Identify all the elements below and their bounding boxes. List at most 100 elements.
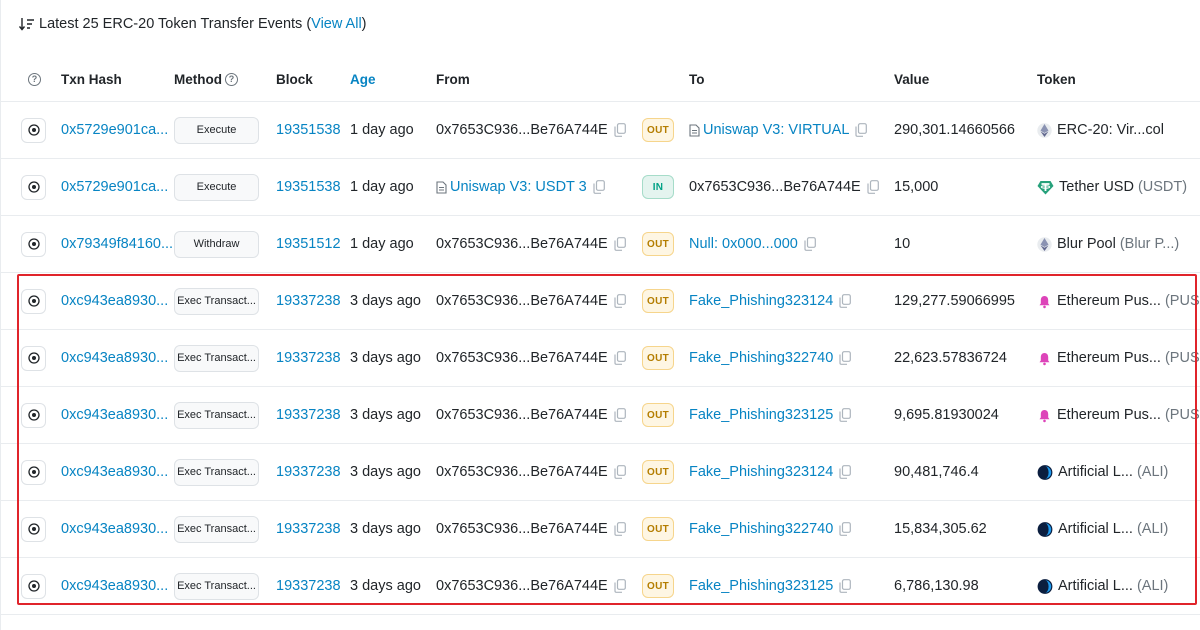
view-cell	[21, 330, 46, 386]
copy-icon[interactable]	[839, 294, 852, 308]
from-address[interactable]: 0x7653C936...Be76A744E	[436, 521, 608, 537]
from-address[interactable]: 0x7653C936...Be76A744E	[436, 293, 608, 309]
from-address[interactable]: 0x7653C936...Be76A744E	[436, 122, 608, 138]
token-name[interactable]: Ethereum Pus...	[1057, 350, 1161, 366]
token-name[interactable]: Ethereum Pus...	[1057, 407, 1161, 423]
from-cell: 0x7653C936...Be76A744E	[436, 387, 626, 443]
to-address[interactable]: Fake_Phishing322740	[689, 521, 833, 537]
txn-hash-link[interactable]: 0xc943ea8930...	[61, 387, 168, 443]
method-help-icon[interactable]: ?	[225, 72, 238, 86]
token-cell[interactable]: Blur Pool (Blur P...)	[1037, 216, 1179, 272]
txn-hash-link[interactable]: 0xc943ea8930...	[61, 444, 168, 500]
from-address[interactable]: 0x7653C936...Be76A744E	[436, 236, 608, 252]
token-name[interactable]: Artificial L...	[1058, 464, 1133, 480]
copy-icon[interactable]	[804, 237, 816, 251]
ali-icon	[1037, 521, 1053, 538]
view-details-icon[interactable]	[21, 459, 46, 485]
copy-icon[interactable]	[614, 123, 626, 137]
block-link[interactable]: 19337238	[276, 444, 341, 500]
sort-descending-icon	[19, 17, 35, 31]
method-cell: Withdraw	[174, 216, 259, 272]
to-address[interactable]: Null: 0x000...000	[689, 236, 798, 252]
token-name[interactable]: Blur Pool	[1057, 236, 1116, 252]
view-details-icon[interactable]	[21, 174, 46, 200]
view-all-link[interactable]: View All	[311, 16, 362, 32]
copy-icon[interactable]	[839, 465, 852, 479]
direction-badge: OUT	[642, 403, 674, 427]
copy-icon[interactable]	[839, 351, 852, 365]
view-details-icon[interactable]	[21, 573, 46, 599]
value-text: 15,000	[894, 179, 939, 195]
view-details-icon[interactable]	[21, 231, 46, 257]
token-cell[interactable]: Artificial L... (ALI)	[1037, 501, 1168, 557]
header-method: Method ?	[174, 56, 238, 102]
block-link[interactable]: 19337238	[276, 330, 341, 386]
from-address[interactable]: 0x7653C936...Be76A744E	[436, 578, 608, 594]
copy-icon[interactable]	[614, 465, 626, 479]
copy-icon[interactable]	[614, 237, 626, 251]
header-age-toggle[interactable]: Age	[350, 56, 376, 102]
block-link[interactable]: 19351538	[276, 159, 341, 215]
to-address[interactable]: 0x7653C936...Be76A744E	[689, 179, 861, 195]
block-link[interactable]: 19337238	[276, 387, 341, 443]
method-cell: Exec Transact...	[174, 387, 259, 443]
direction-cell: OUT	[642, 216, 674, 272]
copy-icon[interactable]	[839, 522, 852, 536]
view-details-icon[interactable]	[21, 402, 46, 428]
to-address[interactable]: Fake_Phishing322740	[689, 350, 833, 366]
from-address[interactable]: Uniswap V3: USDT 3	[450, 179, 587, 195]
view-details-icon[interactable]	[21, 345, 46, 371]
from-address[interactable]: 0x7653C936...Be76A744E	[436, 350, 608, 366]
to-address[interactable]: Fake_Phishing323125	[689, 578, 833, 594]
txn-hash-link[interactable]: 0x5729e901ca...	[61, 102, 168, 158]
token-cell[interactable]: Ethereum Pus...(PUSH)	[1037, 273, 1200, 329]
token-cell[interactable]: Artificial L... (ALI)	[1037, 444, 1168, 500]
token-name[interactable]: Artificial L...	[1058, 521, 1133, 537]
txn-hash-link[interactable]: 0xc943ea8930...	[61, 501, 168, 557]
token-cell[interactable]: ERC-20: Vir...col	[1037, 102, 1168, 158]
txn-hash-link[interactable]: 0x79349f84160...	[61, 216, 173, 272]
token-name[interactable]: Artificial L...	[1058, 578, 1133, 594]
token-cell[interactable]: Tether USD (USDT)	[1037, 159, 1187, 215]
to-address[interactable]: Fake_Phishing323125	[689, 407, 833, 423]
txn-hash-link[interactable]: 0x5729e901ca...	[61, 159, 168, 215]
from-cell: 0x7653C936...Be76A744E	[436, 501, 626, 557]
copy-icon[interactable]	[839, 579, 852, 593]
copy-icon[interactable]	[614, 579, 626, 593]
header-help-icon[interactable]: ?	[28, 56, 41, 102]
from-cell: 0x7653C936...Be76A744E	[436, 102, 626, 158]
from-address[interactable]: 0x7653C936...Be76A744E	[436, 407, 608, 423]
view-details-icon[interactable]	[21, 516, 46, 542]
view-details-icon[interactable]	[21, 117, 46, 143]
push-bell-icon	[1037, 351, 1052, 366]
to-address[interactable]: Fake_Phishing323124	[689, 464, 833, 480]
copy-icon[interactable]	[614, 294, 626, 308]
block-link[interactable]: 19351538	[276, 102, 341, 158]
token-cell[interactable]: Artificial L... (ALI)	[1037, 558, 1168, 614]
from-cell: Uniswap V3: USDT 3	[436, 159, 605, 215]
token-name[interactable]: ERC-20: Vir...col	[1057, 122, 1164, 138]
copy-icon[interactable]	[839, 408, 852, 422]
copy-icon[interactable]	[867, 180, 879, 194]
copy-icon[interactable]	[593, 180, 605, 194]
from-address[interactable]: 0x7653C936...Be76A744E	[436, 464, 608, 480]
txn-hash-link[interactable]: 0xc943ea8930...	[61, 330, 168, 386]
copy-icon[interactable]	[614, 408, 626, 422]
to-address[interactable]: Uniswap V3: VIRTUAL	[703, 122, 849, 138]
copy-icon[interactable]	[614, 351, 626, 365]
txn-hash-link[interactable]: 0xc943ea8930...	[61, 273, 168, 329]
view-details-icon[interactable]	[21, 288, 46, 314]
block-link[interactable]: 19337238	[276, 558, 341, 614]
to-address[interactable]: Fake_Phishing323124	[689, 293, 833, 309]
block-link[interactable]: 19337238	[276, 273, 341, 329]
block-link[interactable]: 19337238	[276, 501, 341, 557]
copy-icon[interactable]	[614, 522, 626, 536]
ali-icon	[1037, 464, 1053, 481]
token-cell[interactable]: Ethereum Pus...(PUSH)	[1037, 387, 1200, 443]
token-name[interactable]: Tether USD	[1059, 179, 1134, 195]
block-link[interactable]: 19351512	[276, 216, 341, 272]
token-name[interactable]: Ethereum Pus...	[1057, 293, 1161, 309]
token-cell[interactable]: Ethereum Pus...(PUSH)	[1037, 330, 1200, 386]
copy-icon[interactable]	[855, 123, 868, 137]
txn-hash-link[interactable]: 0xc943ea8930...	[61, 558, 168, 614]
